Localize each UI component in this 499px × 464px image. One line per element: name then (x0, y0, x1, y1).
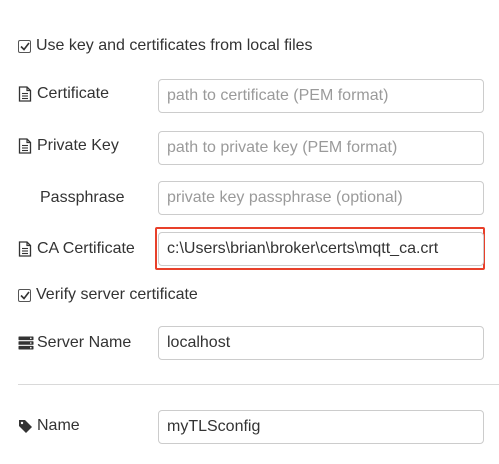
tls-config-form: Use key and certificates from local file… (0, 0, 499, 464)
certificate-row: Certificate (18, 76, 499, 116)
verify-server-row[interactable]: Verify server certificate (18, 285, 499, 305)
verify-server-checkbox[interactable] (18, 288, 31, 302)
tag-icon (18, 418, 34, 434)
server-icon (18, 335, 34, 351)
certificate-input[interactable] (158, 79, 484, 113)
file-icon (18, 86, 34, 102)
ca-certificate-row: CA Certificate (18, 226, 499, 276)
passphrase-input[interactable] (158, 181, 484, 215)
name-row: Name (18, 408, 499, 448)
passphrase-row: Passphrase (18, 180, 499, 220)
use-local-files-label: Use key and certificates from local file… (36, 37, 313, 54)
check-icon (19, 42, 30, 51)
server-name-row: Server Name (18, 325, 499, 365)
name-label-text: Name (37, 417, 80, 434)
private-key-label-text: Private Key (37, 137, 119, 154)
ca-certificate-label: CA Certificate (18, 239, 135, 259)
private-key-input[interactable] (158, 131, 484, 165)
server-name-label: Server Name (18, 333, 131, 353)
file-icon (18, 241, 34, 257)
file-icon (18, 138, 34, 154)
check-icon (19, 291, 30, 300)
section-divider (18, 384, 499, 385)
passphrase-label: Passphrase (40, 188, 125, 208)
certificate-label-text: Certificate (37, 85, 110, 102)
ca-certificate-label-text: CA Certificate (37, 240, 135, 257)
passphrase-label-text: Passphrase (40, 189, 125, 206)
ca-certificate-input[interactable] (158, 232, 484, 266)
use-local-files-row[interactable]: Use key and certificates from local file… (18, 36, 499, 56)
name-input[interactable] (158, 410, 484, 444)
private-key-row: Private Key (18, 128, 499, 168)
verify-server-label: Verify server certificate (36, 286, 198, 303)
use-local-files-checkbox[interactable] (18, 39, 31, 53)
certificate-label: Certificate (18, 84, 109, 104)
private-key-label: Private Key (18, 136, 119, 156)
server-name-label-text: Server Name (37, 334, 132, 351)
name-label: Name (18, 416, 80, 436)
server-name-input[interactable] (158, 326, 484, 360)
